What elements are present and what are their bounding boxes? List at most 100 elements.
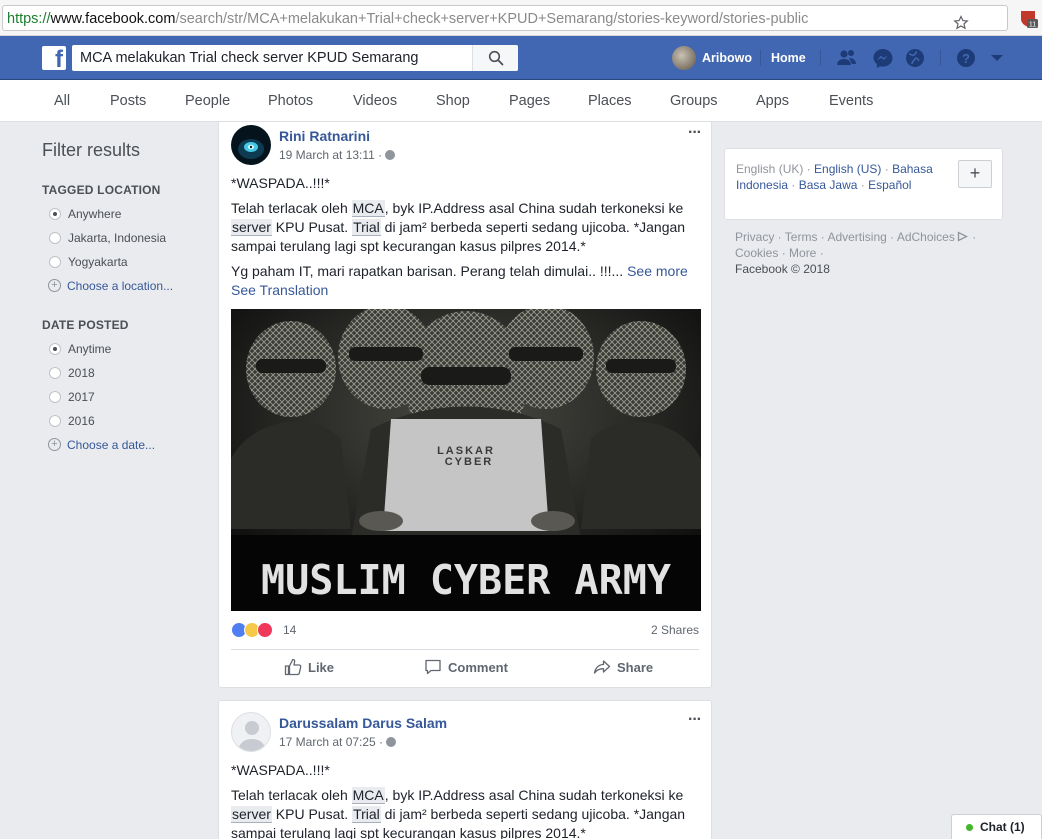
- footer-links[interactable]: Privacy · Terms · Advertising · AdChoice…: [735, 229, 1005, 261]
- radio[interactable]: [49, 415, 61, 427]
- date-option-anytime[interactable]: Anytime: [42, 341, 212, 365]
- highlighted-keyword: MCA: [351, 787, 385, 804]
- avatar: [672, 46, 696, 70]
- plus-circle-icon: +: [48, 279, 61, 292]
- comment-button[interactable]: Comment: [424, 658, 508, 676]
- share-button[interactable]: Share: [593, 658, 653, 676]
- option-label: Yogyakarta: [68, 255, 128, 269]
- post-text-line: *WASPADA..!!!*: [231, 175, 330, 191]
- post-author-name[interactable]: Darussalam Darus Salam: [279, 715, 447, 731]
- tab-shop[interactable]: Shop: [436, 93, 470, 109]
- like-label: Like: [308, 660, 335, 675]
- highlighted-keyword: Trial: [352, 806, 381, 823]
- radio[interactable]: [49, 232, 61, 244]
- search-box[interactable]: MCA melakukan Trial check server KPUD Se…: [72, 45, 518, 71]
- thumbs-up-icon: [284, 658, 302, 676]
- post-author-name[interactable]: Rini Ratnarini: [279, 128, 370, 144]
- address-bar[interactable]: https://www.facebook.com/search/str/MCA+…: [2, 5, 1008, 31]
- messenger-icon[interactable]: [872, 48, 894, 68]
- add-language-button[interactable]: +: [958, 160, 992, 188]
- friend-requests-icon[interactable]: [836, 48, 858, 68]
- tab-events[interactable]: Events: [829, 93, 873, 109]
- post-image[interactable]: LASKAR CYBER MUSLIM CYBER ARMY: [231, 309, 701, 611]
- post-author-avatar[interactable]: [231, 712, 271, 752]
- browser-toolbar: https://www.facebook.com/search/str/MCA+…: [0, 0, 1042, 36]
- text-run: KPU Pusat.: [271, 806, 353, 822]
- poster-caption: MUSLIM CYBER ARMY: [261, 556, 671, 604]
- choose-date-link[interactable]: + Choose a date...: [42, 437, 212, 461]
- date-option-2017[interactable]: 2017: [42, 389, 212, 413]
- tab-photos[interactable]: Photos: [268, 93, 313, 109]
- tab-places[interactable]: Places: [588, 93, 632, 109]
- post-card: Darussalam Darus Salam 17 March at 07:25…: [218, 700, 712, 839]
- highlighted-keyword: server: [231, 806, 272, 823]
- notifications-globe-icon[interactable]: [904, 48, 926, 68]
- home-link[interactable]: Home: [771, 51, 806, 65]
- location-option-jakarta[interactable]: Jakarta, Indonesia: [42, 230, 212, 254]
- filter-sidebar: Filter results TAGGED LOCATION Anywhere …: [42, 140, 212, 461]
- search-button[interactable]: [472, 45, 518, 71]
- location-option-anywhere[interactable]: Anywhere: [42, 206, 212, 230]
- svg-text:?: ?: [962, 51, 970, 66]
- bookmark-star-icon[interactable]: [953, 15, 969, 31]
- language-link-espanol[interactable]: Español: [868, 178, 911, 192]
- text-run: Yg paham IT, mari rapatkan barisan. Pera…: [231, 263, 628, 279]
- location-option-yogyakarta[interactable]: Yogyakarta: [42, 254, 212, 278]
- separator: ·: [857, 178, 869, 192]
- post-body: *WASPADA..!!!* Telah terlacak oleh MCA, …: [231, 174, 703, 306]
- radio-selected[interactable]: [49, 343, 61, 355]
- post-timestamp[interactable]: 19 March at 13:11 ·: [279, 148, 396, 162]
- tab-videos[interactable]: Videos: [353, 93, 397, 109]
- post-text-line: *WASPADA..!!!*: [231, 762, 330, 778]
- date-option-2016[interactable]: 2016: [42, 413, 212, 437]
- extension-badge-count: 11: [1029, 22, 1036, 29]
- tab-pages[interactable]: Pages: [509, 93, 550, 109]
- post-options-icon[interactable]: ···: [688, 124, 702, 142]
- highlighted-keyword: Trial: [352, 219, 381, 236]
- see-translation-link[interactable]: See Translation: [231, 282, 328, 298]
- footer-links-text: Privacy · Terms · Advertising · AdChoice…: [735, 230, 955, 244]
- post-date: 19 March at 13:11 ·: [279, 148, 383, 162]
- love-reaction-icon: [257, 622, 273, 638]
- account-menu-chevron-down-icon[interactable]: [986, 48, 1008, 68]
- facebook-logo[interactable]: f: [42, 46, 66, 72]
- language-link-basa-jawa[interactable]: Basa Jawa: [799, 178, 858, 192]
- radio[interactable]: [49, 367, 61, 379]
- facebook-header: f MCA melakukan Trial check server KPUD …: [0, 36, 1042, 80]
- choose-location-link[interactable]: + Choose a location...: [42, 278, 212, 302]
- highlighted-keyword: MCA: [351, 200, 385, 217]
- search-input[interactable]: MCA melakukan Trial check server KPUD Se…: [80, 50, 418, 66]
- post-timestamp[interactable]: 17 March at 07:25 ·: [279, 735, 397, 749]
- tab-apps[interactable]: Apps: [756, 93, 789, 109]
- date-posted-heading: DATE POSTED: [42, 318, 129, 332]
- radio[interactable]: [49, 256, 61, 268]
- text-run: Telah terlacak oleh: [231, 200, 352, 216]
- separator: ·: [788, 178, 799, 192]
- radio[interactable]: [49, 391, 61, 403]
- see-more-link[interactable]: See more: [627, 263, 688, 279]
- date-option-2018[interactable]: 2018: [42, 365, 212, 389]
- tab-posts[interactable]: Posts: [110, 93, 146, 109]
- tab-groups[interactable]: Groups: [670, 93, 718, 109]
- share-count[interactable]: 2 Shares: [651, 623, 699, 637]
- radio-selected[interactable]: [49, 208, 61, 220]
- help-icon[interactable]: ?: [955, 48, 977, 68]
- post-body: *WASPADA..!!!* Telah terlacak oleh MCA, …: [231, 761, 703, 839]
- tab-people[interactable]: People: [185, 93, 230, 109]
- like-button[interactable]: Like: [284, 658, 334, 676]
- address-url[interactable]: https://www.facebook.com/search/str/MCA+…: [7, 11, 808, 27]
- extension-shield-icon[interactable]: 11: [1018, 8, 1038, 28]
- language-link-english-us[interactable]: English (US): [814, 162, 881, 176]
- post-author-avatar[interactable]: [231, 125, 271, 165]
- post-text-paragraph: Telah terlacak oleh MCA, byk IP.Address …: [231, 786, 703, 839]
- tab-all[interactable]: All: [54, 93, 70, 109]
- search-icon: [488, 50, 504, 66]
- avatar-image: [231, 125, 271, 165]
- url-protocol: https://: [7, 11, 51, 27]
- post-options-icon[interactable]: ···: [688, 711, 702, 729]
- page-footer: Privacy · Terms · Advertising · AdChoice…: [735, 229, 1005, 277]
- choose-location-label: Choose a location...: [67, 279, 174, 293]
- language-current: English (UK) ·: [736, 162, 815, 176]
- chat-tab[interactable]: Chat (1): [951, 814, 1042, 839]
- text-run: Telah terlacak oleh: [231, 787, 352, 803]
